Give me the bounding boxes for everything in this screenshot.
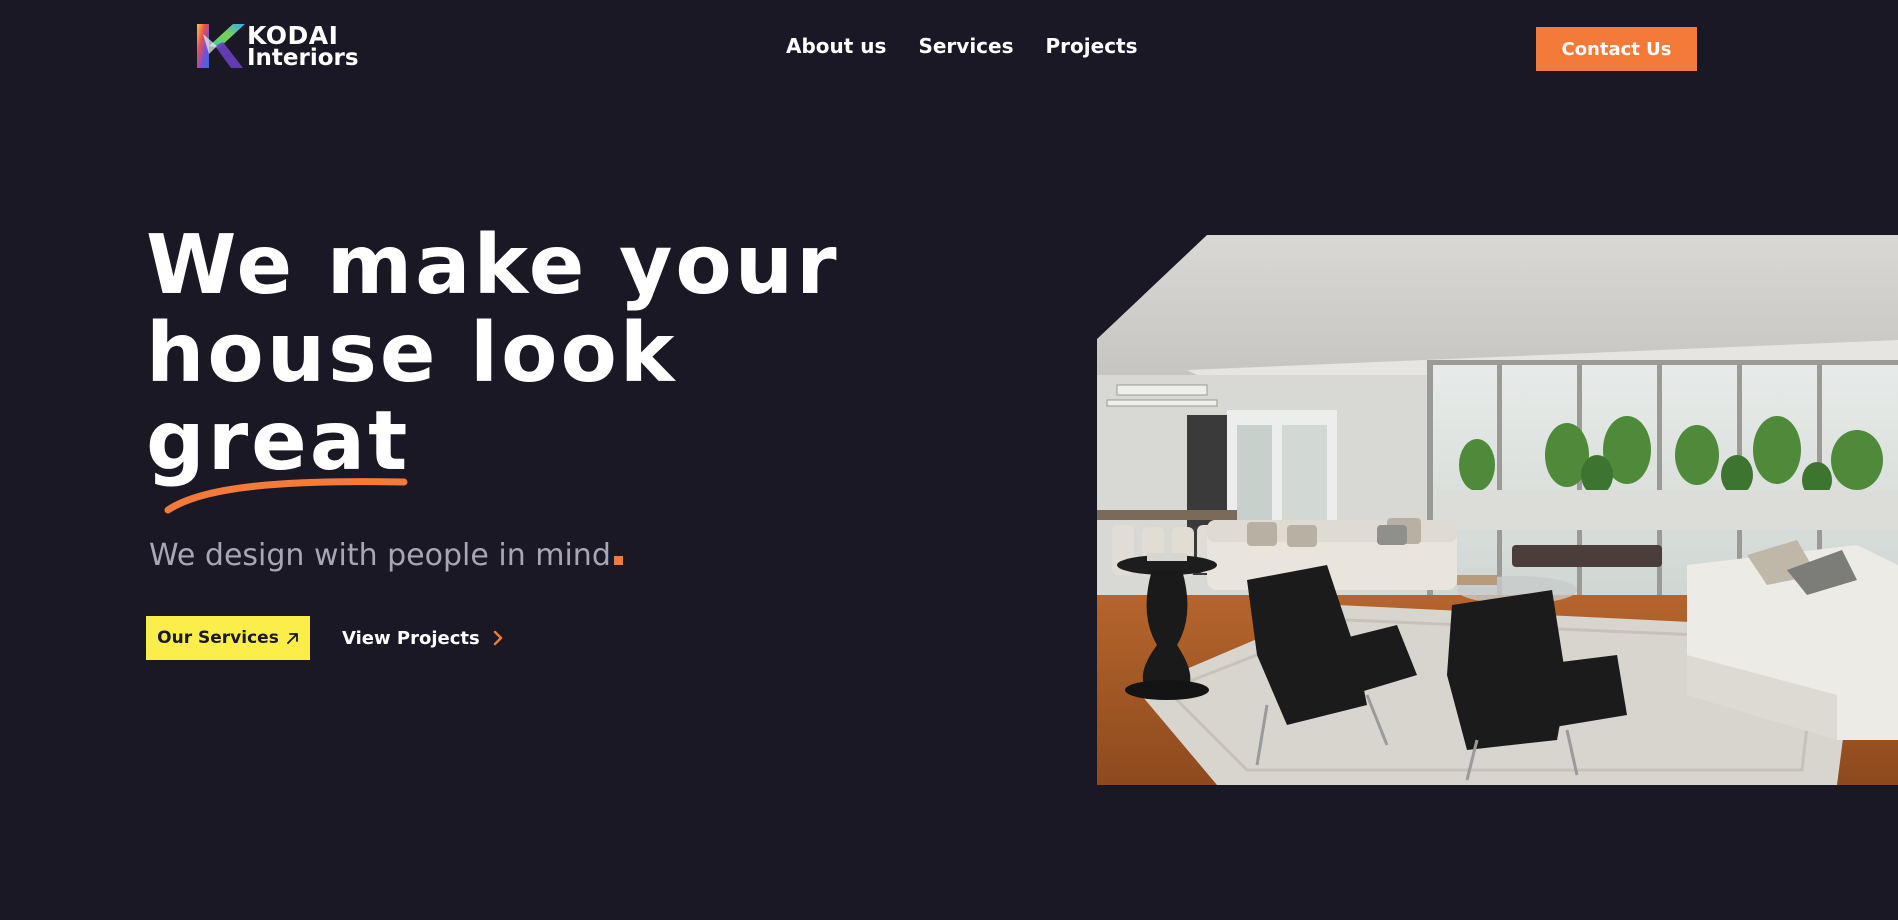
hero-title: We make your house look great — [146, 222, 840, 486]
main-nav: About us Services Projects — [786, 34, 1138, 58]
nav-item-projects[interactable]: Projects — [1046, 34, 1138, 58]
hero-tagline: We design with people in mind — [149, 538, 623, 573]
title-underline-swoosh — [164, 478, 408, 514]
view-projects-label: View Projects — [342, 627, 480, 649]
site-header: KODAI Interiors About us Services Projec… — [0, 0, 1898, 100]
living-room-illustration — [1097, 235, 1898, 785]
our-services-label: Our Services — [157, 628, 279, 648]
hero-title-line1: We make your — [146, 218, 840, 313]
hero-tagline-text: We design with people in mind — [149, 538, 611, 573]
our-services-button[interactable]: Our Services — [146, 616, 310, 660]
brand-wordmark: KODAI Interiors — [247, 23, 359, 70]
nav-item-services[interactable]: Services — [918, 34, 1013, 58]
brand-name-line1: KODAI — [247, 20, 339, 50]
brand-logo[interactable]: KODAI Interiors — [193, 20, 359, 72]
brand-name-line2: Interiors — [247, 44, 359, 71]
view-projects-button[interactable]: View Projects — [342, 616, 504, 660]
tagline-accent-dot — [613, 556, 623, 565]
chevron-right-icon — [493, 630, 502, 646]
kodai-k-icon — [197, 24, 245, 68]
nav-item-about-us[interactable]: About us — [786, 34, 886, 58]
arrow-up-right-icon — [286, 632, 298, 644]
hero-title-line2: house look — [146, 306, 678, 401]
hero-living-room-image — [1097, 235, 1898, 785]
contact-us-button[interactable]: Contact Us — [1536, 27, 1697, 71]
